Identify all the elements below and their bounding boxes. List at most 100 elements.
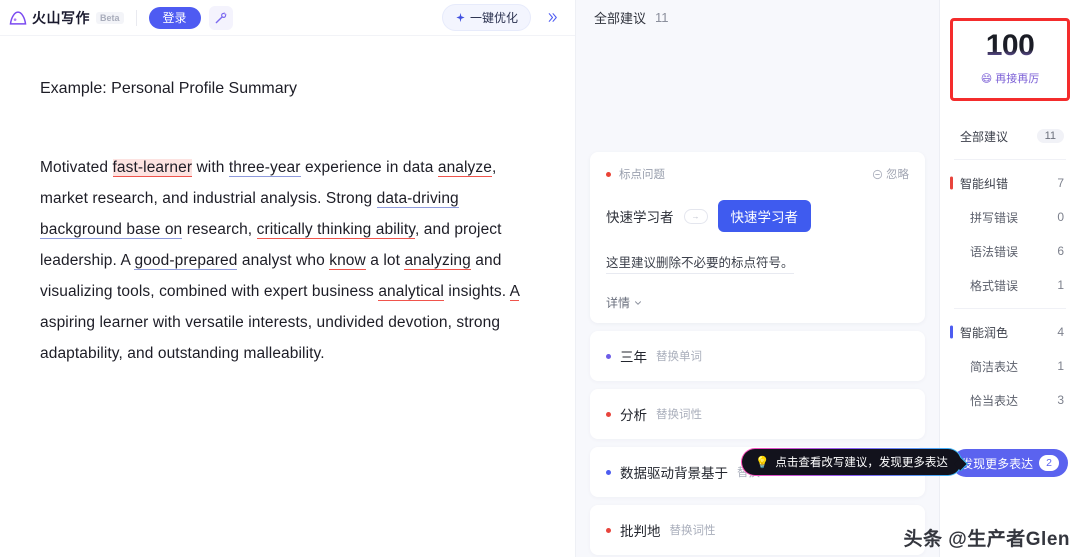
flagged-text-run[interactable]: analytical xyxy=(378,283,444,302)
suggestion-description: 这里建议删除不必要的标点符号。 xyxy=(606,252,794,274)
login-button[interactable]: 登录 xyxy=(148,6,201,29)
discover-more-label: 发现更多表达 xyxy=(961,456,1034,471)
discover-more-button[interactable]: 发现更多表达 2 xyxy=(952,449,1068,477)
suggestion-rows: 三年替换单词分析替换词性数据驱动背景基于替换批判地替换词性 xyxy=(590,331,925,555)
suggestion-type-dot-icon xyxy=(606,469,611,475)
sidebar-item-5[interactable]: 智能润色 4 xyxy=(940,315,1080,349)
score-value: 100 xyxy=(953,31,1067,61)
flagged-text-run[interactable]: fast-learner xyxy=(112,159,193,178)
suggestion-type-dot-icon xyxy=(606,411,611,417)
flagged-text-run[interactable]: know xyxy=(329,252,366,271)
sidebar-item-4[interactable]: 格式错误 1 xyxy=(940,268,1080,302)
sidebar-item-count: 4 xyxy=(1057,325,1064,339)
flagged-text-run[interactable]: critically thinking ability xyxy=(256,221,415,240)
beta-badge: Beta xyxy=(96,11,124,24)
sidebar-item-count: 6 xyxy=(1057,244,1064,258)
smile-emoji-icon: 😄 xyxy=(980,72,993,85)
volcano-logo-icon xyxy=(9,10,27,25)
sidebar-accent-bar xyxy=(950,325,953,339)
score-sidebar: 100 😄 再接再厉 全部建议 11 智能纠错 7 拼写错误 0 语法错误 6 格式错误 1 智能润… xyxy=(940,0,1080,557)
text-run: experience in data xyxy=(300,159,438,177)
suggestion-row-action: 替换词性 xyxy=(656,409,702,421)
magic-wand-icon[interactable] xyxy=(208,5,233,30)
sidebar-item-label: 语法错误 xyxy=(970,244,1019,259)
suggestion-row[interactable]: 批判地 替换词性 xyxy=(590,505,925,555)
sidebar-item-0[interactable]: 全部建议 11 xyxy=(940,119,1080,153)
sparkle-icon xyxy=(456,12,465,23)
sidebar-item-3[interactable]: 语法错误 6 xyxy=(940,234,1080,268)
sidebar-item-2[interactable]: 拼写错误 0 xyxy=(940,200,1080,234)
double-chevron-right-icon[interactable] xyxy=(539,5,565,31)
suggestion-row-word: 三年 xyxy=(620,350,647,365)
suggestion-row[interactable]: 分析 替换词性 xyxy=(590,389,925,439)
sidebar-item-7[interactable]: 恰当表达 3 xyxy=(940,383,1080,417)
suggestions-list-spacer xyxy=(590,34,925,144)
original-word: 快速学习者 xyxy=(606,210,674,225)
text-run: research, xyxy=(182,221,257,239)
sidebar-item-1[interactable]: 智能纠错 7 xyxy=(940,166,1080,200)
sidebar-item-count: 0 xyxy=(1057,210,1064,224)
hint-tooltip-text: 点击查看改写建议，发现更多表达 xyxy=(775,457,948,469)
suggestion-row[interactable]: 三年 替换单词 xyxy=(590,331,925,381)
sidebar-item-label: 全部建议 xyxy=(960,129,1009,144)
brand: 火山写作 Beta xyxy=(8,8,124,28)
score-box: 100 😄 再接再厉 xyxy=(950,18,1070,101)
suggestion-row-action: 替换单词 xyxy=(656,351,702,363)
sidebar-accent-bar xyxy=(950,176,953,190)
suggestions-pane: 全部建议 11 标点问题 忽略 快速学习者 → 快速学习者 这里建议删除不必要的… xyxy=(576,0,948,557)
lightbulb-icon: 💡 xyxy=(755,457,770,469)
brand-name: 火山写作 xyxy=(32,9,90,26)
details-label: 详情 xyxy=(606,296,631,310)
discover-more-count: 2 xyxy=(1039,454,1059,472)
sidebar-item-label: 智能纠错 xyxy=(960,176,1009,191)
flagged-text-run[interactable]: analyzing xyxy=(404,252,471,271)
sidebar-category-list: 全部建议 11 智能纠错 7 拼写错误 0 语法错误 6 格式错误 1 智能润色 4 简洁表达 1 恰当表达… xyxy=(940,119,1080,417)
text-run: insights. xyxy=(443,283,510,301)
minus-circle-icon xyxy=(872,169,883,179)
toolbar-divider xyxy=(135,9,137,26)
details-toggle[interactable]: 详情 xyxy=(606,294,909,311)
suggestion-row-word: 分析 xyxy=(620,408,647,423)
optimize-button[interactable]: 一键优化 xyxy=(441,4,531,31)
suggestion-type-dot-icon xyxy=(606,171,611,177)
sidebar-item-label: 智能润色 xyxy=(960,325,1009,340)
flagged-text-run[interactable]: three-year xyxy=(228,159,301,178)
sidebar-separator xyxy=(954,159,1066,160)
ignore-button[interactable]: 忽略 xyxy=(872,166,909,182)
editor-pane: 火山写作 Beta 登录 一键优化 Example: Personal Prof… xyxy=(0,0,576,557)
text-run: aspiring learner with versatile interest… xyxy=(40,314,501,363)
flagged-text-run[interactable]: analyze xyxy=(437,159,492,178)
apply-replacement-button[interactable]: 快速学习者 xyxy=(717,200,811,232)
sidebar-item-label: 拼写错误 xyxy=(970,210,1019,225)
flagged-text-run[interactable]: good-prepared xyxy=(134,252,238,271)
flagged-text-run[interactable]: A xyxy=(509,283,520,302)
document-paragraph[interactable]: Motivated fast-learner with three-year e… xyxy=(40,152,537,369)
suggestions-header: 全部建议 11 xyxy=(576,0,939,34)
editor-body[interactable]: Example: Personal Profile Summary Motiva… xyxy=(0,36,575,557)
sidebar-item-label: 恰当表达 xyxy=(970,393,1019,408)
double-chevron-glyph xyxy=(548,13,557,22)
suggestion-card-header: 标点问题 忽略 xyxy=(606,166,909,182)
app-root: 火山写作 Beta 登录 一键优化 Example: Personal Prof… xyxy=(0,0,1080,557)
score-caption: 再接再厉 xyxy=(995,73,1040,85)
sidebar-item-label: 格式错误 xyxy=(970,278,1019,293)
suggestion-replacement: 快速学习者 → 快速学习者 xyxy=(606,200,909,232)
sidebar-item-count: 1 xyxy=(1057,359,1064,373)
score-caption-row: 😄 再接再厉 xyxy=(953,70,1067,86)
sidebar-separator xyxy=(954,308,1066,309)
ignore-label: 忽略 xyxy=(886,169,909,181)
suggestion-row-word: 批判地 xyxy=(620,524,661,539)
suggestions-list: 标点问题 忽略 快速学习者 → 快速学习者 这里建议删除不必要的标点符号。 详情… xyxy=(576,34,939,555)
suggestion-row-word: 数据驱动背景基于 xyxy=(620,466,728,481)
suggestion-card[interactable]: 标点问题 忽略 快速学习者 → 快速学习者 这里建议删除不必要的标点符号。 详情 xyxy=(590,152,925,323)
text-run: a lot xyxy=(365,252,405,270)
sidebar-item-count: 11 xyxy=(1036,129,1064,143)
text-run: with xyxy=(192,159,229,177)
suggestion-type-dot-icon xyxy=(606,527,611,533)
suggestions-header-count: 11 xyxy=(655,9,669,25)
document-title: Example: Personal Profile Summary xyxy=(40,80,297,97)
sidebar-item-6[interactable]: 简洁表达 1 xyxy=(940,349,1080,383)
suggestion-card-tag: 标点问题 xyxy=(619,169,665,181)
sidebar-item-label: 简洁表达 xyxy=(970,359,1019,374)
editor-toolbar: 火山写作 Beta 登录 一键优化 xyxy=(0,0,575,36)
